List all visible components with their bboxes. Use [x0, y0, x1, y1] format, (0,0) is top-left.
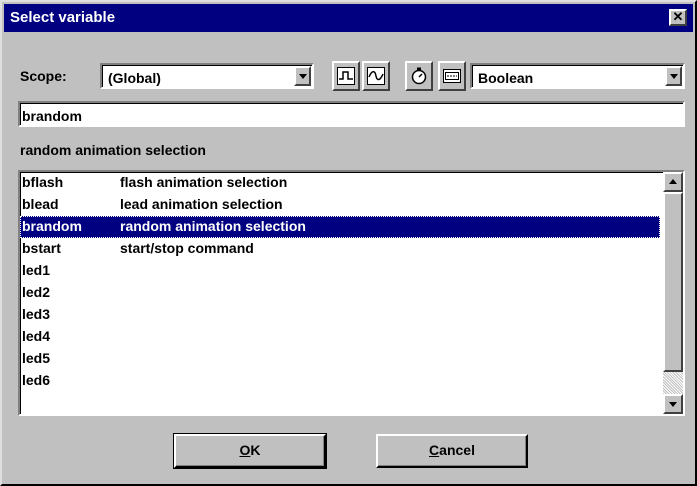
- type-dropdown-button[interactable]: [665, 66, 682, 86]
- timer-icon: [411, 67, 427, 85]
- vertical-scrollbar[interactable]: [663, 172, 683, 414]
- list-item[interactable]: bstart start/stop command: [20, 238, 660, 260]
- cancel-accelerator: C: [429, 442, 440, 458]
- variable-name: led2: [22, 284, 51, 300]
- cancel-button[interactable]: Cancel: [376, 434, 528, 468]
- list-item[interactable]: led4: [20, 326, 660, 348]
- variable-comment: lead animation selection: [120, 196, 283, 212]
- timer-filter-button[interactable]: [405, 61, 433, 91]
- list-item[interactable]: blead lead animation selection: [20, 194, 660, 216]
- variable-name: bstart: [22, 240, 61, 256]
- arrow-up-icon: [669, 179, 677, 184]
- scroll-up-button[interactable]: [663, 172, 683, 192]
- ok-accelerator: O: [239, 442, 251, 458]
- message-filter-button[interactable]: [438, 61, 466, 91]
- variable-name: bflash: [22, 174, 64, 190]
- scope-value: (Global): [108, 70, 161, 86]
- title-bar[interactable]: Select variable ✕: [4, 4, 693, 32]
- arrow-down-icon: [669, 402, 677, 407]
- ok-label: K: [250, 442, 261, 458]
- list-item[interactable]: led6: [20, 370, 660, 392]
- list-item[interactable]: led2: [20, 282, 660, 304]
- list-item[interactable]: led3: [20, 304, 660, 326]
- cancel-label: ancel: [439, 442, 475, 458]
- scope-combo[interactable]: (Global): [100, 63, 314, 89]
- ok-button[interactable]: OK: [173, 433, 327, 469]
- variable-name: brandom: [22, 218, 82, 234]
- digital-signal-icon: [337, 67, 355, 85]
- digital-filter-button[interactable]: [332, 61, 360, 91]
- variable-name: led3: [22, 306, 51, 322]
- variable-comment: flash animation selection: [120, 174, 288, 190]
- list-item[interactable]: bflash flash animation selection: [20, 172, 660, 194]
- variable-description: random animation selection: [20, 142, 206, 158]
- variable-comment: random animation selection: [120, 218, 306, 234]
- scope-label: Scope:: [20, 68, 67, 84]
- list-item-selected[interactable]: brandom random animation selection: [20, 216, 660, 238]
- scroll-thumb[interactable]: [663, 192, 683, 372]
- list-item[interactable]: led1: [20, 260, 660, 282]
- type-value: Boolean: [478, 70, 534, 86]
- variable-name-value: brandom: [22, 108, 82, 124]
- variable-comment: start/stop command: [120, 240, 254, 256]
- variable-name: led1: [22, 262, 51, 278]
- variable-name-input[interactable]: brandom: [18, 101, 685, 127]
- variable-name: blead: [22, 196, 59, 212]
- variable-name: led4: [22, 328, 51, 344]
- close-icon: ✕: [672, 9, 684, 24]
- variable-name: led5: [22, 350, 51, 366]
- variable-list[interactable]: bflash flash animation selection blead l…: [18, 170, 685, 416]
- variable-name: led6: [22, 372, 51, 388]
- dialog-title: Select variable: [10, 9, 116, 26]
- type-combo[interactable]: Boolean: [470, 63, 685, 89]
- close-button[interactable]: ✕: [669, 9, 687, 26]
- analog-filter-button[interactable]: [362, 61, 390, 91]
- scope-dropdown-button[interactable]: [294, 66, 311, 86]
- list-item[interactable]: led5: [20, 348, 660, 370]
- message-icon: [443, 69, 461, 83]
- select-variable-dialog: Select variable ✕ Scope: (Global) Boolea…: [0, 0, 697, 486]
- scroll-down-button[interactable]: [663, 394, 683, 414]
- analog-signal-icon: [367, 67, 385, 85]
